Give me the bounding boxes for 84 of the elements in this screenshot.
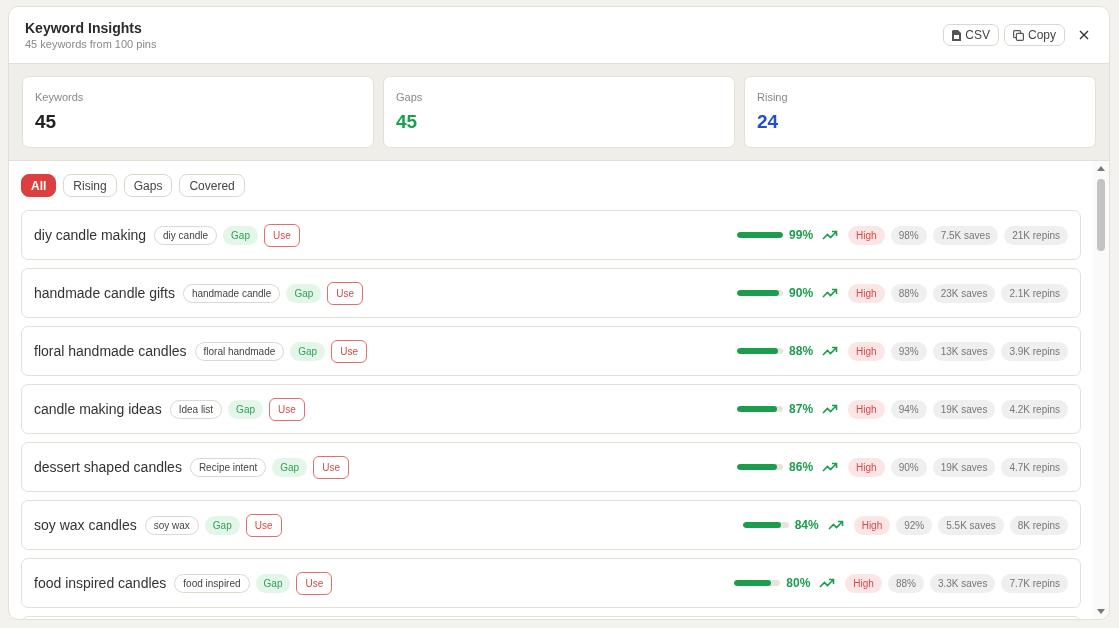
status-badge: Gap [290,341,326,361]
saves-badge: 13K saves [932,341,996,361]
stat-value: 24 [757,111,780,133]
score-value: 88% [789,344,815,358]
csv-button[interactable]: CSV [943,24,999,46]
use-button[interactable]: Use [327,281,364,305]
match-badge: 90% [890,457,927,477]
trending-up-icon [822,230,839,240]
dialog-subtitle: 45 keywords from 100 pins [25,38,158,50]
filter-tab[interactable]: Covered [179,174,245,197]
saves-badge: 5.5K saves [938,515,1004,535]
score-value: 90% [789,286,815,300]
saves-badge: 23K saves [932,283,996,303]
saves-badge: 19K saves [932,399,996,419]
score-value: 80% [786,576,812,590]
match-badge: 88% [887,573,924,593]
dialog-title: Keyword Insights [25,20,143,36]
repins-badge: 4.2K repins [1001,399,1068,419]
use-button[interactable]: Use [296,571,333,595]
use-button[interactable]: Use [245,513,282,537]
status-badge: Gap [223,225,258,245]
saves-badge: 7.5K saves [932,225,999,245]
copy-icon [1013,29,1024,41]
use-button[interactable]: Use [331,339,367,363]
use-button[interactable]: Use [269,397,305,421]
repins-badge: 4.7K repins [1001,457,1068,477]
copy-button[interactable]: Copy [1004,24,1065,46]
filter-tab[interactable]: Gaps [123,174,173,197]
keyword-text: floral handmade candles [34,343,187,359]
stat-label: Gaps [396,91,424,103]
repins-badge: 3.9K repins [1001,341,1068,361]
keyword-text: dessert shaped candles [34,459,182,475]
stat-label: Keywords [35,91,85,103]
keyword-text: candle making ideas [34,401,162,417]
use-button[interactable]: Use [313,455,349,479]
saves-badge: 3.3K saves [929,573,996,593]
trending-up-icon [819,578,836,588]
competition-badge: High [848,457,885,477]
match-badge: 93% [890,341,927,361]
trending-up-icon [822,288,839,298]
status-badge: Gap [255,573,291,593]
trending-up-icon [822,404,839,414]
repins-badge: 8K repins [1009,515,1068,535]
match-badge: 98% [890,225,927,245]
keyword-text: soy wax candles [34,517,137,533]
status-badge: Gap [272,457,308,477]
scrollbar-thumb[interactable] [1097,179,1105,251]
saves-badge: 19K saves [932,457,996,477]
match-badge: 92% [896,515,933,535]
trending-up-icon [822,346,839,356]
filter-tab[interactable]: All [21,174,57,197]
keyword-text: food inspired candles [34,575,167,591]
competition-badge: High [853,515,891,535]
keyword-text: handmade candle gifts [34,285,175,301]
keyword-text: diy candle making [34,227,147,243]
stat-label: Rising [757,91,789,103]
filter-tab[interactable]: Rising [63,174,117,197]
scroll-down-icon[interactable] [1097,609,1105,615]
score-value: 99% [789,228,815,242]
competition-badge: High [845,573,882,593]
status-badge: Gap [286,283,322,303]
score-value: 84% [794,518,820,532]
competition-badge: High [848,225,885,245]
close-icon [1079,30,1089,40]
scroll-up-icon[interactable] [1097,165,1105,171]
status-badge: Gap [204,515,240,535]
match-badge: 88% [890,283,927,303]
repins-badge: 21K repins [1004,225,1068,245]
repins-badge: 7.7K repins [1001,573,1068,593]
trending-up-icon [827,520,844,530]
stat-value: 45 [35,111,58,133]
score-value: 87% [789,402,815,416]
score-value: 86% [789,460,815,474]
competition-badge: High [848,399,885,419]
status-badge: Gap [228,399,263,419]
competition-badge: High [848,341,885,361]
repins-badge: 2.1K repins [1001,283,1068,303]
scrollbar[interactable] [1093,161,1109,619]
file-icon [952,29,962,41]
use-button[interactable]: Use [264,223,300,247]
stat-value: 45 [396,111,419,133]
trending-up-icon [822,462,839,472]
match-badge: 94% [890,399,927,419]
competition-badge: High [848,283,885,303]
